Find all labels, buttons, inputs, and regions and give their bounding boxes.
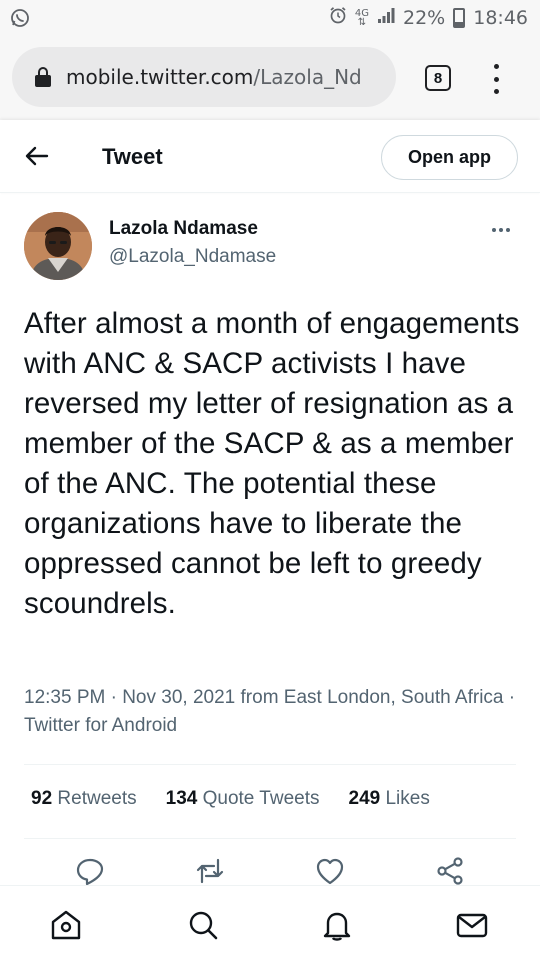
retweets-label: Retweets	[57, 788, 137, 809]
more-vert-icon[interactable]	[494, 64, 500, 94]
quote-tweets-stat[interactable]: 134 Quote Tweets	[166, 788, 320, 810]
divider	[24, 764, 516, 765]
tweet-actions	[0, 854, 540, 886]
tweet-stats: 92 Retweets 134 Quote Tweets 249 Likes	[31, 788, 459, 810]
divider	[24, 838, 516, 839]
open-app-button[interactable]: Open app	[381, 135, 518, 180]
like-icon[interactable]	[315, 856, 345, 886]
reply-icon[interactable]	[75, 856, 105, 886]
tweet-text: After almost a month of engagements with…	[24, 307, 520, 620]
quotes-label: Quote Tweets	[202, 788, 320, 809]
clock: 18:46	[473, 6, 528, 29]
url-domain: mobile.twitter.com	[66, 65, 254, 89]
tab-switcher-icon[interactable]: 8	[425, 65, 451, 91]
network-4g-icon: 4G ⇅	[354, 7, 369, 28]
avatar[interactable]	[24, 212, 92, 280]
notifications-icon[interactable]	[320, 908, 354, 942]
address-bar[interactable]: mobile.twitter.com/Lazola_Nd	[12, 47, 396, 107]
author-handle[interactable]: @Lazola_Ndamase	[109, 246, 276, 268]
whatsapp-icon	[10, 8, 30, 34]
likes-count: 249	[348, 788, 381, 809]
likes-stat[interactable]: 249 Likes	[349, 788, 430, 810]
author-name[interactable]: Lazola Ndamase	[109, 218, 258, 240]
page-title: Tweet	[102, 144, 163, 169]
browser-toolbar: mobile.twitter.com/Lazola_Nd 8	[0, 36, 540, 120]
back-arrow-icon[interactable]	[25, 146, 49, 166]
alarm-icon	[329, 6, 347, 29]
tweet-meta[interactable]: 12:35 PM · Nov 30, 2021 from East London…	[24, 684, 516, 740]
retweet-icon[interactable]	[194, 856, 224, 886]
url-path: /Lazola_Nd	[253, 65, 362, 89]
likes-label: Likes	[385, 788, 430, 809]
battery-icon	[453, 7, 466, 28]
quotes-count: 134	[165, 788, 198, 809]
status-bar: 4G ⇅ 22% 18:46	[0, 0, 540, 36]
bottom-navigation	[0, 885, 540, 960]
tab-count: 8	[433, 69, 443, 87]
search-icon[interactable]	[186, 908, 220, 942]
more-horizontal-icon[interactable]	[492, 228, 510, 232]
lock-icon[interactable]	[34, 67, 52, 87]
home-icon[interactable]	[49, 908, 83, 942]
retweets-count: 92	[31, 788, 53, 809]
messages-icon[interactable]	[455, 908, 489, 942]
signal-icon	[377, 6, 395, 29]
url-text[interactable]: mobile.twitter.com/Lazola_Nd	[66, 65, 362, 89]
retweets-stat[interactable]: 92 Retweets	[31, 788, 137, 810]
network-type: 4G	[354, 7, 369, 19]
tweet-header: Tweet Open app	[0, 120, 540, 193]
share-icon[interactable]	[435, 856, 465, 886]
battery-percent: 22%	[403, 6, 446, 29]
